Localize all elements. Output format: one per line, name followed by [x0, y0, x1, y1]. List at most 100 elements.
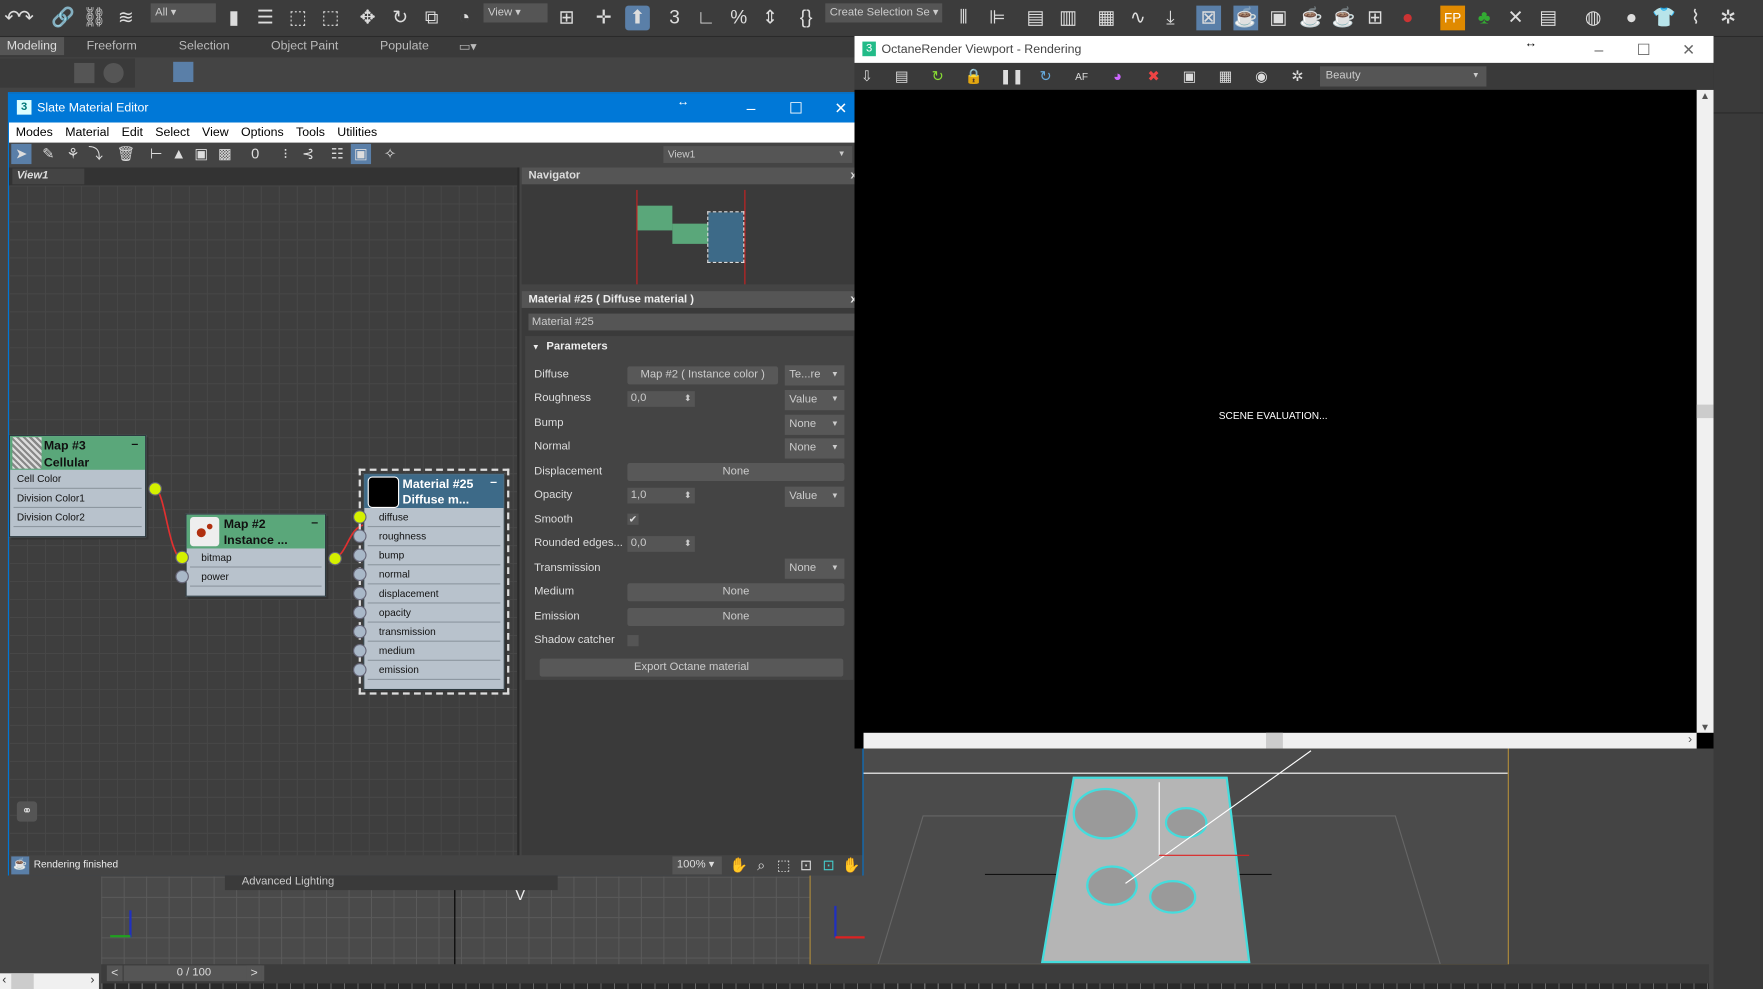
input-socket[interactable]: [353, 643, 367, 658]
pick-material-icon[interactable]: ✎: [38, 144, 58, 164]
globe-icon[interactable]: ◍: [1581, 6, 1606, 31]
angle-snap-icon[interactable]: ∟: [694, 6, 719, 31]
input-socket[interactable]: [353, 663, 367, 677]
keyboard-shortcut-icon[interactable]: ⬆: [625, 5, 650, 31]
tab-modeling[interactable]: Modeling: [0, 37, 64, 56]
rounded-edges-spinner[interactable]: 0,0: [627, 536, 695, 552]
collapse-icon[interactable]: –: [311, 515, 318, 531]
slot-power[interactable]: power: [175, 568, 322, 587]
collapse-icon[interactable]: –: [131, 436, 138, 452]
menu-material[interactable]: Material: [65, 126, 109, 139]
displacement-map-button[interactable]: None: [627, 463, 845, 482]
slot-displacement[interactable]: displacement: [353, 584, 501, 604]
settings-icon[interactable]: ✲: [1287, 66, 1307, 86]
tab-populate[interactable]: Populate: [380, 39, 429, 52]
selection-filter-dropdown[interactable]: All ▾: [150, 3, 216, 23]
forest-pack-icon[interactable]: FP: [1440, 5, 1466, 31]
place-icon[interactable]: ◔: [452, 6, 477, 31]
move-children-icon[interactable]: ⊢: [146, 144, 166, 164]
shadow-catcher-checkbox[interactable]: [627, 635, 639, 647]
emission-map-button[interactable]: None: [627, 608, 845, 627]
autofocus-icon[interactable]: AF: [1072, 66, 1092, 86]
slot-normal[interactable]: normal: [353, 565, 501, 585]
minimize-button[interactable]: –: [1576, 36, 1621, 63]
input-socket[interactable]: [175, 550, 189, 565]
next-frame-button[interactable]: >: [246, 965, 262, 982]
bind-spacewarp-icon[interactable]: ≋: [114, 6, 139, 31]
material-map-browser-icon[interactable]: ☷: [327, 144, 347, 164]
slot-diffuse[interactable]: diffuse: [353, 508, 501, 528]
render-grid-icon[interactable]: ⊞: [1363, 6, 1388, 31]
sphere-primitive-icon[interactable]: [103, 62, 124, 84]
octane-render-area[interactable]: SCENE EVALUATION...: [854, 89, 1696, 733]
display-icon[interactable]: ▣: [1179, 66, 1199, 86]
layout-all-icon[interactable]: ⁝: [275, 144, 295, 164]
slot-transmission[interactable]: transmission: [353, 623, 501, 642]
input-socket[interactable]: [175, 569, 189, 584]
slot-bitmap[interactable]: bitmap: [175, 548, 322, 568]
tab-selection[interactable]: Selection: [179, 39, 230, 52]
time-slider[interactable]: 0 / 100: [123, 965, 265, 982]
lock-icon[interactable]: 🔒: [964, 66, 984, 86]
rect-selection-icon[interactable]: ⬚: [286, 6, 311, 31]
named-selection-dropdown[interactable]: Create Selection Se ▾: [825, 3, 943, 23]
select-by-name-icon[interactable]: ☰: [253, 6, 278, 31]
roughness-mode-dropdown[interactable]: Value: [784, 389, 845, 411]
tab-object-paint[interactable]: Object Paint: [271, 39, 338, 52]
box-icon[interactable]: [74, 62, 95, 84]
railclone-icon[interactable]: ♣: [1472, 6, 1497, 31]
perspective-viewport[interactable]: [809, 747, 1509, 966]
show-map-icon[interactable]: ▣: [191, 144, 211, 164]
put-to-scene-icon[interactable]: ⚘: [63, 144, 83, 164]
zoom-region-icon[interactable]: ⬚: [774, 855, 794, 875]
unlink-icon[interactable]: ⛓: [82, 6, 107, 31]
send-scene-icon[interactable]: ⇩: [857, 66, 877, 86]
camera-icon[interactable]: ◉: [1251, 66, 1271, 86]
snap-3d-icon[interactable]: 3: [662, 6, 687, 31]
restart-render-icon[interactable]: ↻: [928, 66, 948, 86]
collapse-icon[interactable]: –: [490, 474, 497, 490]
region-render-icon[interactable]: ✖: [1143, 66, 1163, 86]
move-icon[interactable]: ✥: [355, 6, 380, 31]
select-by-material-icon[interactable]: ✧: [380, 144, 400, 164]
slot-division-color1[interactable]: Division Color1: [13, 489, 142, 509]
view-dropdown[interactable]: View1 ▼: [663, 146, 853, 163]
pause-icon[interactable]: ❚❚: [1000, 66, 1025, 86]
slot-roughness[interactable]: roughness: [353, 527, 501, 547]
node-map3-cellular[interactable]: Map #3 Cellular – Cell Color Division Co…: [8, 434, 162, 538]
vertical-scrollbar[interactable]: ▲ ▼: [1696, 89, 1714, 733]
teapot-icon[interactable]: ●: [1395, 6, 1420, 31]
resize-icon[interactable]: ↔: [1525, 30, 1537, 57]
hair-icon[interactable]: ⌇: [1683, 6, 1708, 31]
horizontal-scrollbar[interactable]: ‹ ›: [0, 973, 99, 989]
diffuse-map-button[interactable]: Map #2 ( Instance color ): [627, 366, 779, 385]
slot-opacity[interactable]: opacity: [353, 604, 501, 623]
node-material25-diffuse[interactable]: Material #25 Diffuse m... – diffuse rough…: [353, 468, 510, 695]
export-octane-material-button[interactable]: Export Octane material: [539, 658, 844, 677]
color-picker-icon[interactable]: ◕: [1107, 66, 1127, 86]
scroll-up-icon[interactable]: ▲: [1700, 90, 1710, 101]
maximize-button[interactable]: ☐: [774, 93, 819, 122]
redo-icon[interactable]: ↷: [13, 6, 38, 31]
slot-medium[interactable]: medium: [353, 642, 501, 661]
input-socket[interactable]: [353, 548, 367, 562]
binoculars-icon[interactable]: ⚭: [16, 801, 38, 822]
input-socket[interactable]: [353, 567, 367, 582]
resize-icon[interactable]: ↔: [677, 88, 689, 117]
slot-bump[interactable]: bump: [353, 546, 501, 566]
output-socket[interactable]: [148, 482, 162, 496]
slot-cell-color[interactable]: Cell Color: [13, 470, 142, 489]
ribbon-toggle-icon[interactable]: ▦: [1094, 6, 1119, 31]
normal-mode-dropdown[interactable]: None: [784, 438, 845, 459]
smooth-checkbox[interactable]: ✔: [627, 513, 639, 525]
menu-modes[interactable]: Modes: [16, 126, 53, 139]
input-socket[interactable]: [353, 529, 367, 543]
refresh-icon[interactable]: ↻: [1036, 66, 1056, 86]
zoom-dropdown[interactable]: 100% ▾: [672, 856, 722, 875]
zoom-extents-selected-icon[interactable]: ⊡: [819, 855, 839, 875]
clipboard-icon[interactable]: ▤: [892, 66, 912, 86]
node-header[interactable]: Material #25 Diffuse m... –: [364, 474, 504, 509]
spinner-snap-icon[interactable]: ⇕: [758, 6, 783, 31]
render-setup-icon[interactable]: ☕: [1233, 5, 1259, 31]
edit-named-selection-icon[interactable]: {}: [794, 6, 819, 31]
